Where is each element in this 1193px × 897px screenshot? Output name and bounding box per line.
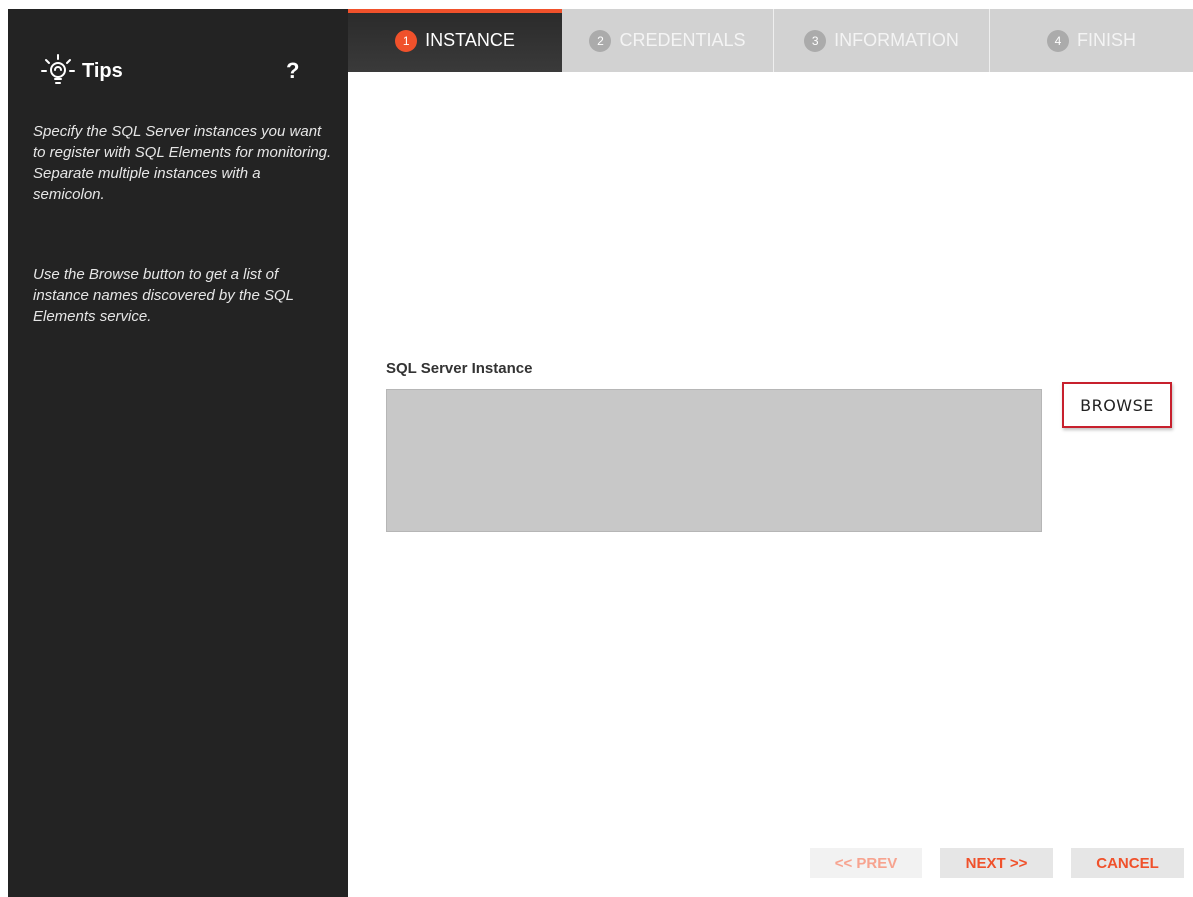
browse-button[interactable]: BROWSE [1062, 382, 1172, 428]
step-number: 1 [395, 29, 418, 52]
tab-information[interactable]: 3 INFORMATION [774, 9, 990, 72]
next-button[interactable]: NEXT >> [940, 848, 1053, 878]
sql-server-instance-label: SQL Server Instance [386, 360, 533, 377]
tips-title: Tips [82, 59, 123, 82]
tab-instance[interactable]: 1 INSTANCE [348, 9, 562, 72]
step-number: 3 [804, 29, 827, 52]
tab-label: INSTANCE [425, 30, 515, 50]
tab-credentials[interactable]: 2 CREDENTIALS [562, 9, 774, 72]
help-icon[interactable]: ? [286, 53, 299, 89]
prev-button[interactable]: << PREV [810, 848, 922, 878]
tip-paragraph-browse: Use the Browse button to get a list of i… [33, 266, 294, 325]
step-number: 4 [1046, 29, 1069, 52]
lightbulb-icon [41, 54, 75, 84]
tab-label: CREDENTIALS [619, 30, 746, 50]
step-number: 2 [589, 29, 612, 52]
tab-label: FINISH [1076, 30, 1136, 50]
cancel-button[interactable]: CANCEL [1071, 848, 1184, 878]
tab-finish[interactable]: 4 FINISH [990, 9, 1193, 72]
tips-header: Tips [40, 53, 123, 89]
sql-server-instance-input[interactable] [386, 389, 1042, 532]
tips-sidebar: Tips ? Specify the SQL Server instances … [8, 9, 348, 897]
tip-paragraph-instances: Specify the SQL Server instances you wan… [33, 123, 332, 203]
tab-label: INFORMATION [834, 30, 959, 50]
wizard-steps: 1 INSTANCE 2 CREDENTIALS 3 INFORMATION 4… [348, 9, 1193, 72]
